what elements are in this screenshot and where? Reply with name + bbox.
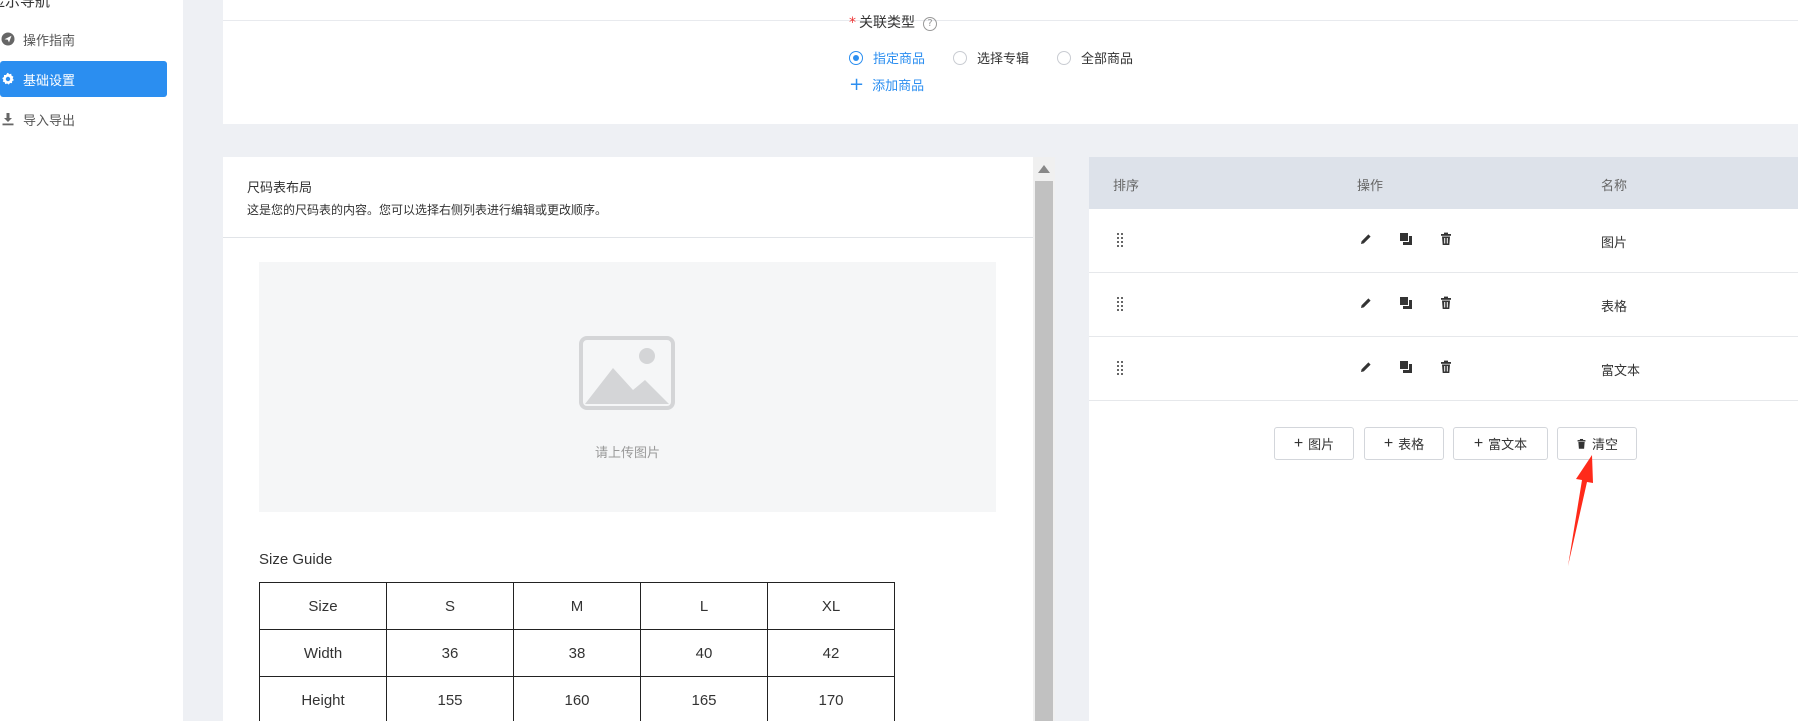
- list-row: 表格: [1089, 273, 1798, 337]
- sidebar-item-label: 操作指南: [23, 33, 76, 49]
- radio-label: 指定商品: [873, 52, 926, 67]
- edit-icon[interactable]: [1359, 232, 1375, 248]
- radio-dot[interactable]: [953, 50, 968, 65]
- relation-type-label: * 关联类型?: [849, 12, 937, 32]
- table-row: Height 155 160 165 170: [259, 676, 895, 721]
- copy-icon[interactable]: [1399, 360, 1415, 376]
- list-header: 排序 操作 名称: [1089, 157, 1798, 209]
- table-cell: Size: [259, 582, 387, 630]
- table-cell: 170: [767, 676, 895, 721]
- scroll-thumb[interactable]: [1035, 181, 1053, 721]
- plus-icon: +: [1383, 434, 1394, 452]
- edit-icon[interactable]: [1359, 296, 1375, 312]
- relation-card: * 关联类型? 指定商品 选择专辑 全部商品 + 添加商品: [223, 0, 1798, 124]
- divider: [223, 20, 1798, 21]
- row-name: 富文本: [1601, 364, 1641, 379]
- sidebar-item-guide[interactable]: 操作指南: [0, 21, 167, 57]
- add-table-button[interactable]: + 表格: [1364, 427, 1444, 460]
- header-name: 名称: [1601, 179, 1628, 194]
- table-cell: 160: [513, 676, 641, 721]
- row-name: 图片: [1601, 236, 1628, 251]
- image-placeholder-icon: [579, 336, 675, 414]
- table-cell: XL: [767, 582, 895, 630]
- add-table-label: 表格: [1398, 437, 1425, 452]
- sidebar-item-label: 导入导出: [23, 113, 76, 129]
- copy-icon[interactable]: [1399, 232, 1415, 248]
- drag-handle-icon[interactable]: [1117, 233, 1123, 247]
- add-image-label: 图片: [1308, 437, 1335, 452]
- radio-select-collection[interactable]: 选择专辑: [953, 48, 1029, 67]
- preview-description: 这是您的尺码表的内容。您可以选择右侧列表进行编辑或更改顺序。: [247, 203, 608, 217]
- sidebar: 显示导航 操作指南 基础设置 导入导出: [0, 0, 183, 721]
- edit-icon[interactable]: [1359, 360, 1375, 376]
- row-name: 表格: [1601, 300, 1628, 315]
- upload-hint: 请上传图片: [594, 446, 660, 461]
- header-actions: 操作: [1357, 179, 1384, 194]
- table-cell: M: [513, 582, 641, 630]
- table-cell: Width: [259, 629, 387, 677]
- help-icon[interactable]: ?: [923, 17, 937, 31]
- sidebar-item-basic-settings[interactable]: 基础设置: [0, 61, 167, 97]
- drag-handle-icon[interactable]: [1117, 361, 1123, 375]
- size-chart-preview: 尺码表布局 这是您的尺码表的内容。您可以选择右侧列表进行编辑或更改顺序。 请上传…: [223, 157, 1033, 721]
- copy-icon[interactable]: [1399, 296, 1415, 312]
- table-row: Width 36 38 40 42: [259, 629, 895, 677]
- plus-icon: +: [849, 73, 865, 95]
- drag-handle-icon[interactable]: [1117, 297, 1123, 311]
- table-cell: 155: [386, 676, 514, 721]
- clear-label: 清空: [1591, 437, 1618, 452]
- preview-title: 尺码表布局: [247, 181, 313, 196]
- delete-icon[interactable]: [1439, 360, 1455, 376]
- plus-icon: +: [1293, 434, 1304, 452]
- add-product-label: 添加商品: [872, 79, 925, 94]
- delete-icon[interactable]: [1439, 232, 1455, 248]
- send-icon: [0, 32, 22, 46]
- add-product-link[interactable]: + 添加商品: [849, 75, 924, 94]
- preview-scrollbar[interactable]: [1033, 157, 1055, 721]
- relation-type-text: 关联类型: [859, 15, 915, 31]
- scroll-up-arrow-icon[interactable]: [1038, 165, 1050, 173]
- radio-dot[interactable]: [849, 50, 863, 65]
- size-table: Size S M L XL Width 36 38 40 42 Height 1…: [259, 582, 895, 721]
- table-cell: 42: [767, 629, 895, 677]
- plus-icon: +: [1473, 434, 1484, 452]
- add-richtext-label: 富文本: [1488, 437, 1528, 452]
- sidebar-header: 显示导航: [0, 0, 51, 10]
- sidebar-item-import-export[interactable]: 导入导出: [0, 101, 167, 137]
- relation-radio-group: 指定商品 选择专辑 全部商品: [849, 48, 1161, 67]
- clear-button[interactable]: 清空: [1557, 427, 1637, 460]
- image-upload-area[interactable]: 请上传图片: [259, 262, 996, 512]
- radio-label: 全部商品: [1081, 52, 1134, 67]
- table-cell: Height: [259, 676, 387, 721]
- radio-specified-products[interactable]: 指定商品: [849, 48, 925, 67]
- table-cell: S: [386, 582, 514, 630]
- table-cell: 38: [513, 629, 641, 677]
- size-guide-title: Size Guide: [259, 551, 333, 568]
- header-sort: 排序: [1113, 179, 1140, 194]
- table-cell: 36: [386, 629, 514, 677]
- list-row: 图片: [1089, 209, 1798, 273]
- list-row: 富文本: [1089, 337, 1798, 401]
- radio-dot[interactable]: [1057, 50, 1072, 65]
- component-list: 排序 操作 名称 图片 表格 富文本 + 图片 + 表格 + 富文本 清空: [1089, 157, 1798, 721]
- radio-all-products[interactable]: 全部商品: [1057, 48, 1133, 67]
- add-richtext-button[interactable]: + 富文本: [1453, 427, 1548, 460]
- radio-label: 选择专辑: [977, 52, 1030, 67]
- sidebar-item-label: 基础设置: [23, 73, 76, 89]
- divider: [223, 237, 1033, 238]
- table-cell: 40: [640, 629, 768, 677]
- table-cell: 165: [640, 676, 768, 721]
- delete-icon[interactable]: [1439, 296, 1455, 312]
- table-cell: L: [640, 582, 768, 630]
- gear-icon: [0, 72, 22, 86]
- add-image-button[interactable]: + 图片: [1274, 427, 1354, 460]
- trash-icon: [1576, 438, 1587, 450]
- table-row: Size S M L XL: [259, 582, 895, 630]
- download-icon: [0, 112, 22, 126]
